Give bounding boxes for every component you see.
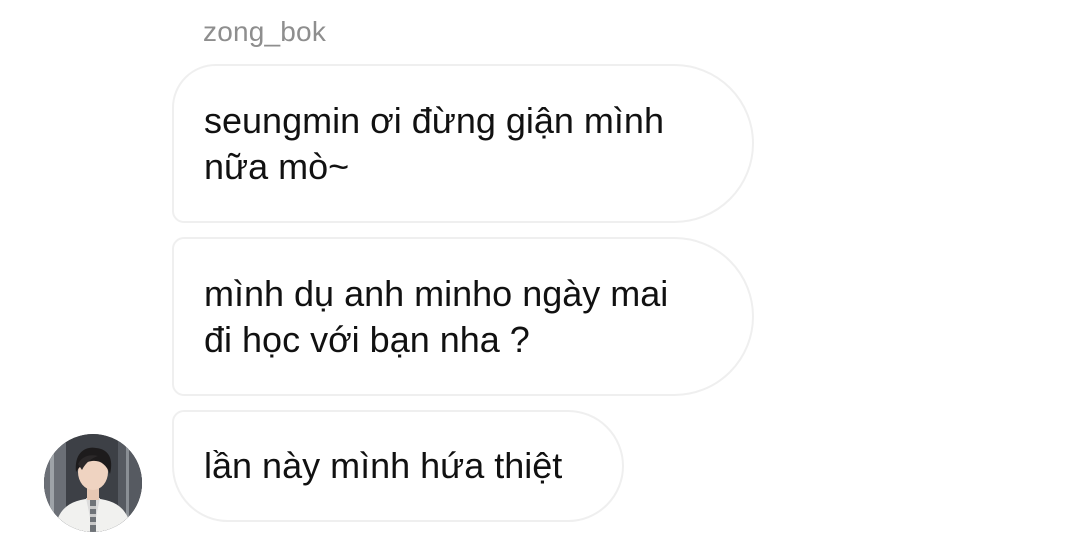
message-text: lần này mình hứa thiệt: [204, 445, 563, 486]
message-text: seungmin ơi đừng giận mình nữa mò~: [204, 99, 664, 187]
message-text: mình dụ anh minho ngày mai đi học với bạ…: [204, 272, 669, 360]
message-bubble[interactable]: seungmin ơi đừng giận mình nữa mò~: [172, 64, 754, 223]
sender-avatar[interactable]: [44, 434, 142, 532]
profile-photo-icon: [44, 434, 142, 532]
sender-username[interactable]: zong_bok: [203, 16, 326, 48]
message-bubble[interactable]: mình dụ anh minho ngày mai đi học với bạ…: [172, 237, 754, 396]
message-bubble[interactable]: lần này mình hứa thiệt: [172, 410, 624, 522]
